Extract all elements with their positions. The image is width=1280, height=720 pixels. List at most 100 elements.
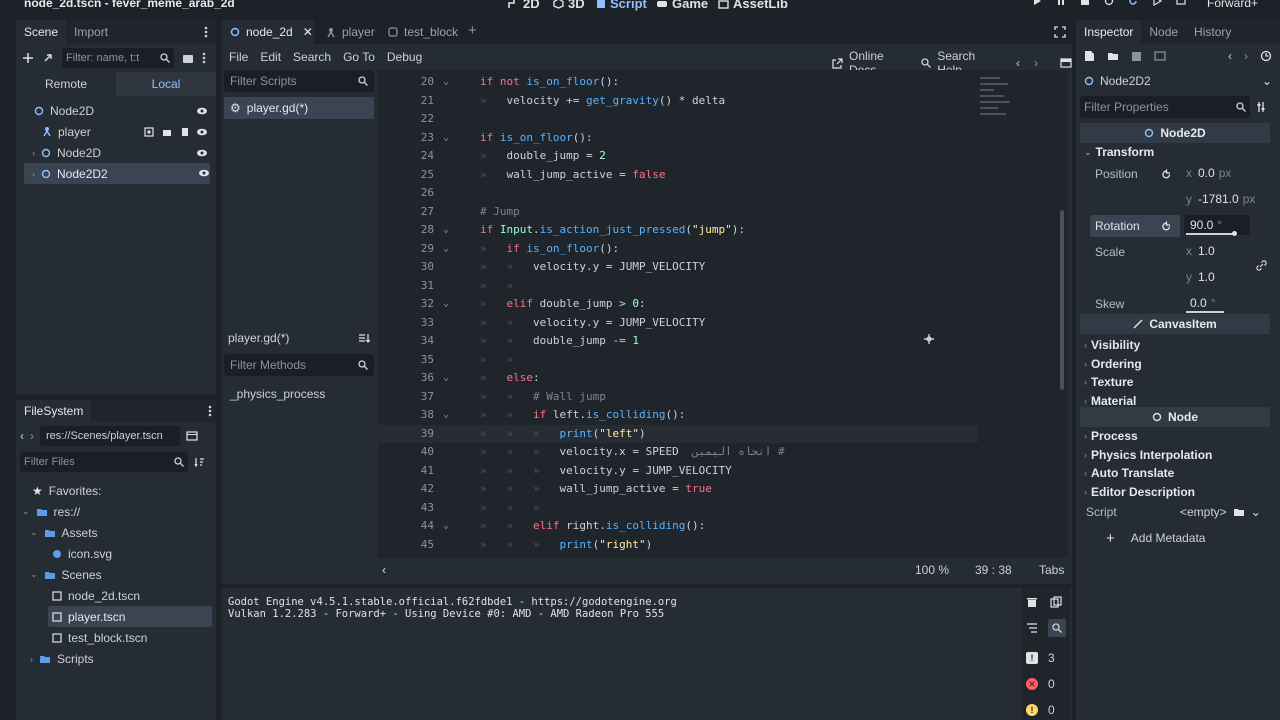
add-metadata-button[interactable]: + Add Metadata — [1106, 527, 1256, 549]
renderer-select[interactable]: Forward+ — [1207, 0, 1258, 10]
line-number[interactable]: 33 — [378, 314, 434, 333]
minimap[interactable] — [980, 73, 1016, 143]
line-number[interactable]: 36 — [378, 369, 434, 388]
section-ordering[interactable]: › Ordering — [1084, 355, 1142, 374]
code-line[interactable]: 30 » » velocity.y = JUMP_VELOCITY — [378, 258, 978, 277]
revert-icon[interactable] — [1161, 169, 1172, 180]
history-back-icon[interactable]: ‹ — [1016, 56, 1020, 70]
line-number[interactable]: 38 — [378, 406, 434, 425]
code-line[interactable]: 44 ⌄ » » elif right.is_colliding(): — [378, 517, 978, 536]
main-game-button[interactable]: Game — [656, 0, 708, 11]
instance-scene-icon[interactable] — [42, 52, 54, 64]
code-line[interactable]: 34 » » double_jump -= 1 — [378, 332, 978, 351]
close-tab-icon[interactable]: ✕ — [303, 25, 313, 39]
movie-clapper-icon[interactable] — [162, 127, 172, 137]
menu-goto[interactable]: Go To — [343, 50, 375, 64]
object-history-icon[interactable] — [1260, 50, 1272, 62]
filter-properties-input[interactable]: Filter Properties — [1080, 96, 1250, 118]
line-number[interactable]: 25 — [378, 166, 434, 185]
tab-scene[interactable]: Scene — [16, 20, 67, 44]
fold-arrow-icon[interactable]: ⌄ — [443, 295, 449, 314]
line-number[interactable]: 28 — [378, 221, 434, 240]
line-number[interactable]: 26 — [378, 184, 434, 203]
code-line[interactable]: 39 » » » print("left") — [378, 424, 978, 444]
fold-arrow-icon[interactable]: ⌄ — [443, 406, 449, 425]
back-arrow-icon[interactable]: ‹ — [20, 429, 24, 443]
movie-icon[interactable] — [1176, 0, 1186, 6]
filter-lines-icon[interactable] — [1026, 623, 1038, 633]
fs-res-root[interactable]: ⌄ res:// — [22, 501, 80, 522]
filesystem-path-input[interactable]: res://Scenes/player.tscn — [40, 426, 180, 446]
code-line[interactable]: 25 » wall_jump_active = false — [378, 166, 978, 185]
line-number[interactable]: 39 — [378, 425, 434, 444]
tab-player[interactable]: player — [318, 20, 383, 44]
link-scale-icon[interactable] — [1256, 260, 1267, 271]
script-resource-picker[interactable]: <empty> ⌄ — [1180, 501, 1270, 523]
play-icon[interactable] — [1032, 0, 1042, 6]
remote-debug-icon[interactable] — [1104, 0, 1114, 6]
main-assetlib-button[interactable]: AssetLib — [718, 0, 788, 11]
remote-tab[interactable]: Remote — [16, 77, 116, 91]
menu-file[interactable]: File — [229, 50, 248, 64]
scene-filter-input[interactable]: Filter: name, t:t — [62, 48, 174, 68]
section-texture[interactable]: › Texture — [1084, 373, 1142, 392]
chevron-down-icon[interactable]: ⌄ — [1262, 74, 1272, 88]
fs-scripts-folder[interactable]: › Scripts — [30, 648, 94, 669]
fs-favorites[interactable]: ★ Favorites: — [32, 480, 101, 501]
tab-filesystem[interactable]: FileSystem — [16, 400, 92, 422]
filesystem-filter-input[interactable]: Filter Files — [20, 452, 188, 472]
code-line[interactable]: 22 — [378, 110, 978, 129]
section-auto-translate[interactable]: › Auto Translate — [1084, 464, 1212, 483]
collapse-arrow-icon[interactable]: ⌄ — [30, 527, 38, 538]
collapse-arrow-icon[interactable]: ⌄ — [22, 506, 30, 517]
line-number[interactable]: 20 — [378, 73, 434, 92]
clear-log-icon[interactable] — [1026, 596, 1038, 608]
add-tab-icon[interactable]: + — [468, 22, 477, 39]
revert-icon[interactable] — [1161, 221, 1172, 232]
code-line[interactable]: 41 » » » velocity.y = JUMP_VELOCITY — [378, 462, 978, 481]
code-line[interactable]: 43 » » » — [378, 499, 978, 518]
fs-scenes-folder[interactable]: ⌄ Scenes — [30, 564, 102, 585]
code-line[interactable]: 26 — [378, 184, 978, 203]
extra-resource-options-icon[interactable] — [1154, 51, 1166, 61]
indent-mode[interactable]: Tabs — [1039, 563, 1064, 577]
code-line[interactable]: 37 » » # Wall jump — [378, 388, 978, 407]
code-line[interactable]: 31 » » — [378, 277, 978, 296]
code-scrollbar[interactable] — [1060, 210, 1064, 390]
expand-arrow-icon[interactable]: › — [32, 169, 35, 179]
section-editor-description[interactable]: › Editor Description — [1084, 483, 1212, 502]
tree-item-node2d-root[interactable]: Node2D — [16, 100, 216, 121]
toggle-panel-icon[interactable] — [1060, 58, 1072, 68]
fold-arrow-icon[interactable]: ⌄ — [443, 221, 449, 240]
script-list-item[interactable]: ⚙ player.gd(*) — [224, 97, 374, 119]
inspector-settings-icon[interactable] — [1256, 101, 1266, 113]
method-list-item[interactable]: _physics_process — [230, 387, 325, 401]
stop-icon[interactable] — [1080, 0, 1090, 6]
warnings-toggle[interactable]: ! 0 — [1026, 703, 1055, 717]
code-line[interactable]: 28 ⌄ if Input.is_action_just_pressed("jump… — [378, 221, 978, 240]
skew-slider[interactable] — [1186, 311, 1224, 313]
sort-icon[interactable] — [194, 457, 204, 467]
menu-search[interactable]: Search — [293, 50, 331, 64]
code-line[interactable]: 32 ⌄ » elif double_jump > 0: — [378, 295, 978, 314]
menu-edit[interactable]: Edit — [260, 50, 281, 64]
expand-arrow-icon[interactable]: › — [32, 148, 35, 158]
line-number[interactable]: 45 — [378, 536, 434, 555]
position-x-field[interactable]: x 0.0 px — [1180, 163, 1270, 183]
history-forward-icon[interactable]: › — [1034, 56, 1038, 70]
split-view-icon[interactable] — [186, 431, 198, 441]
tree-item-player[interactable]: player — [16, 121, 216, 142]
line-number[interactable]: 41 — [378, 462, 434, 481]
forward-arrow-icon[interactable]: › — [30, 429, 34, 443]
visibility-eye-icon[interactable] — [196, 107, 208, 115]
line-number[interactable]: 24 — [378, 147, 434, 166]
save-resource-icon[interactable] — [1131, 51, 1142, 62]
fold-arrow-icon[interactable]: ⌄ — [443, 73, 449, 92]
line-number[interactable]: 37 — [378, 388, 434, 407]
tab-test-block[interactable]: test_block — [380, 20, 466, 44]
visibility-eye-icon[interactable] — [196, 149, 208, 157]
tab-import[interactable]: Import — [66, 20, 116, 44]
filter-scripts-input[interactable]: Filter Scripts — [224, 70, 374, 92]
pause-icon[interactable] — [1056, 0, 1066, 6]
scene-menu-icon[interactable] — [202, 52, 206, 64]
